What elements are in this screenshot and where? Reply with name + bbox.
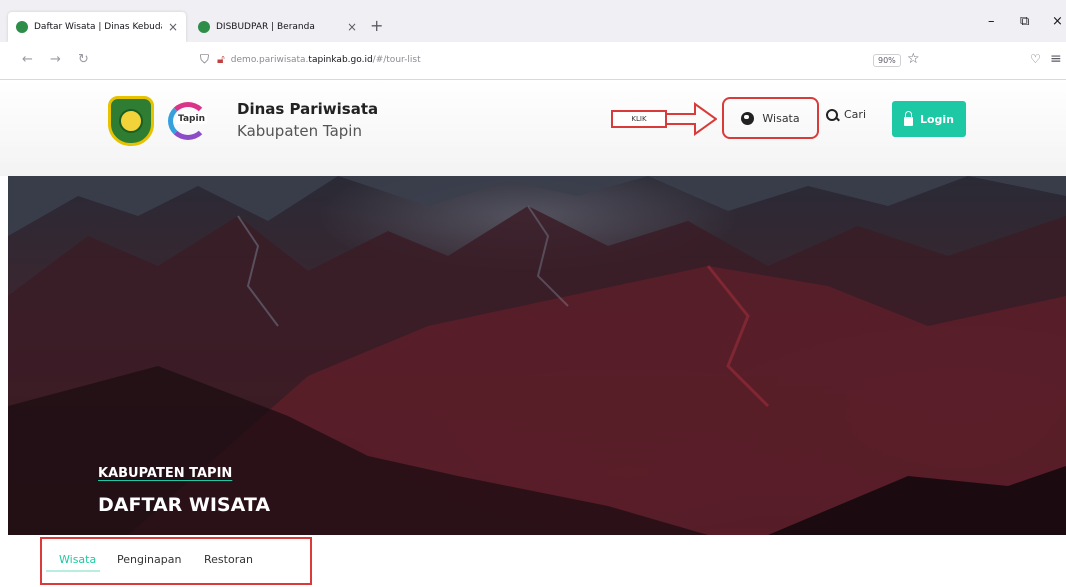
hero-kicker: KABUPATEN TAPIN: [98, 466, 233, 481]
annotation-arrow-icon: [665, 102, 717, 136]
browser-tab-active[interactable]: Daftar Wisata | Dinas Kebudaya ×: [8, 12, 186, 42]
url-prefix: demo.pariwisata.: [230, 54, 309, 65]
annotation-label: KLIK: [611, 110, 667, 128]
nav-search-label: Cari: [844, 108, 866, 121]
bookmark-star-icon[interactable]: ☆: [907, 51, 920, 67]
window-close-icon[interactable]: ×: [1052, 14, 1063, 29]
new-tab-icon[interactable]: +: [370, 16, 383, 35]
nav-search-link[interactable]: Cari: [826, 108, 866, 121]
forward-icon[interactable]: →: [50, 52, 61, 67]
restore-icon[interactable]: ⧉: [1020, 14, 1029, 29]
tab-penginapan[interactable]: Penginapan: [117, 553, 181, 566]
tracking-shield-icon[interactable]: ⛉: [200, 52, 209, 67]
tab-wisata[interactable]: Wisata: [59, 553, 96, 566]
browser-toolbar: ← → ↻ ⛉ 🔓︎ demo.pariwisata. tapinkab.go.i…: [0, 42, 1066, 80]
pocket-icon[interactable]: ♡: [1030, 52, 1041, 66]
tapin-logo[interactable]: Tapin: [164, 100, 228, 142]
url-bar[interactable]: ⛉ 🔓︎ demo.pariwisata. tapinkab.go.id/#/to…: [200, 52, 421, 67]
hero-banner: KABUPATEN TAPIN DAFTAR WISATA: [8, 176, 1066, 535]
tapin-logo-word: Tapin: [176, 114, 207, 124]
emblem-center: [119, 109, 143, 133]
active-tab-underline: [46, 570, 100, 572]
search-icon: [826, 108, 838, 121]
tab-restoran[interactable]: Restoran: [204, 553, 253, 566]
site-favicon-icon: [198, 21, 210, 33]
tab-close-icon[interactable]: ×: [347, 20, 357, 34]
site-title[interactable]: Dinas Pariwisata: [237, 100, 378, 118]
site-favicon-icon: [16, 21, 28, 33]
nav-wisata-link[interactable]: Wisata: [722, 97, 819, 139]
nav-wisata-label: Wisata: [762, 111, 800, 125]
login-button[interactable]: Login: [892, 101, 966, 137]
tab-title: DISBUDPAR | Beranda: [216, 22, 315, 32]
mountain-landscape-image: [8, 176, 1066, 535]
zoom-indicator[interactable]: 90%: [873, 54, 901, 67]
hero-title: DAFTAR WISATA: [98, 494, 271, 516]
tab-title: Daftar Wisata | Dinas Kebudaya: [34, 22, 162, 32]
url-host: tapinkab.go.id: [308, 54, 373, 65]
site-subtitle: Kabupaten Tapin: [237, 122, 362, 140]
back-icon[interactable]: ←: [22, 52, 33, 67]
insecure-lock-icon[interactable]: 🔓︎: [217, 52, 225, 67]
browser-tab-strip: Daftar Wisata | Dinas Kebudaya × DISBUDP…: [0, 0, 1066, 42]
globe-icon: [741, 111, 755, 125]
url-path: /#/tour-list: [372, 54, 421, 65]
browser-tab-inactive[interactable]: DISBUDPAR | Beranda ×: [190, 12, 365, 42]
lock-icon: [903, 110, 913, 126]
hamburger-menu-icon[interactable]: ≡: [1050, 51, 1062, 67]
reload-icon[interactable]: ↻: [78, 52, 89, 67]
tab-close-icon[interactable]: ×: [168, 20, 178, 34]
login-label: Login: [919, 112, 955, 126]
minimize-icon[interactable]: –: [988, 14, 995, 29]
regency-emblem-icon[interactable]: [108, 96, 154, 146]
